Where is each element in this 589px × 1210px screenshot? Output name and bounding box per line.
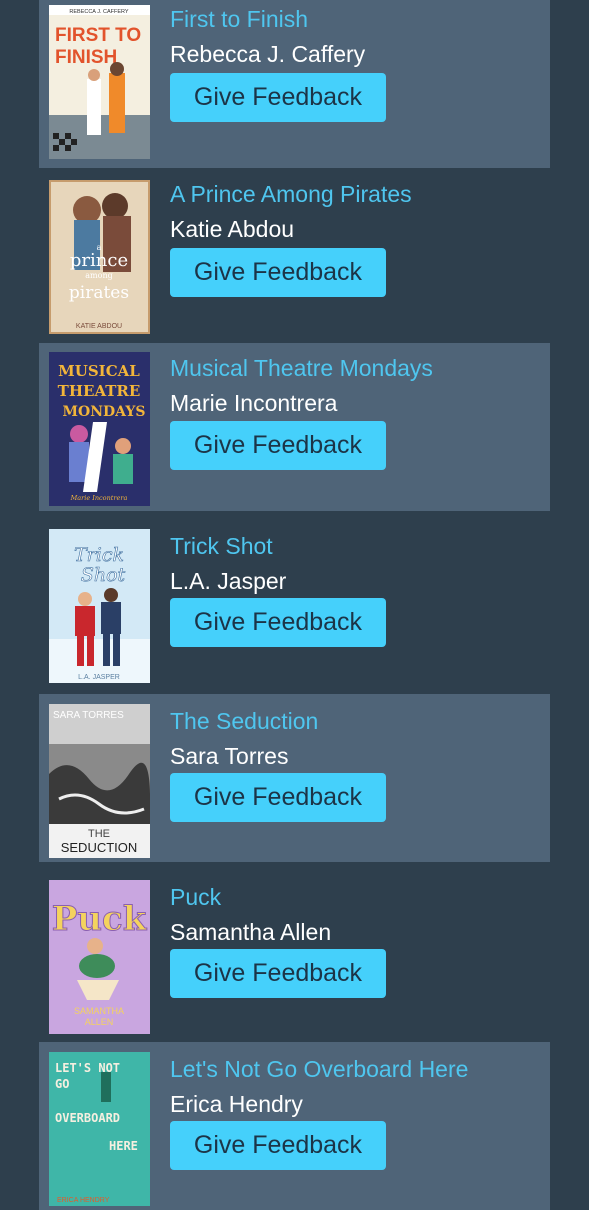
cover-art: Trick Shot L.A. JASPER bbox=[49, 529, 150, 683]
list-item: Trick Shot L.A. JASPER Trick Shot L.A. J… bbox=[39, 519, 550, 687]
cover-art: Puck SAMANTHA ALLEN bbox=[49, 880, 150, 1034]
cover-art: REBECCA J. CAFFERY FIRST TO FINISH bbox=[49, 5, 150, 159]
book-title-link[interactable]: A Prince Among Pirates bbox=[170, 181, 412, 208]
cover-text: FIRST TO bbox=[55, 25, 141, 46]
cover-text: HERE bbox=[109, 1139, 138, 1153]
cover-text: pirates bbox=[69, 283, 129, 303]
cover-art: a prince among pirates KATIE ABDOU bbox=[49, 180, 150, 334]
give-feedback-button[interactable]: Give Feedback bbox=[170, 598, 386, 647]
cover-text: Trick bbox=[74, 544, 124, 566]
cover-text: OVERBOARD bbox=[55, 1111, 120, 1125]
cover-text: Shot bbox=[81, 564, 126, 586]
book-cover-a-prince-among-pirates[interactable]: a prince among pirates KATIE ABDOU bbox=[49, 180, 150, 334]
book-author: L.A. Jasper bbox=[170, 568, 287, 594]
cover-art: SARA TORRES THE SEDUCTION bbox=[49, 704, 150, 858]
book-author: Katie Abdou bbox=[170, 216, 295, 242]
cover-text: THEATRE bbox=[58, 382, 141, 400]
book-title-link[interactable]: First to Finish bbox=[170, 6, 308, 33]
cover-art: LET'S NOT GO OVERBOARD HERE ERICA HENDRY bbox=[49, 1052, 150, 1206]
book-list: REBECCA J. CAFFERY FIRST TO FINISH First… bbox=[0, 0, 589, 1210]
book-cover-trick-shot[interactable]: Trick Shot L.A. JASPER bbox=[49, 529, 150, 683]
book-title-link[interactable]: Puck bbox=[170, 884, 221, 911]
cover-text: among bbox=[85, 271, 112, 280]
book-author: Samantha Allen bbox=[170, 919, 332, 945]
book-author: Erica Hendry bbox=[170, 1091, 303, 1117]
cover-text: KATIE ABDOU bbox=[76, 323, 122, 330]
cover-text: MONDAYS bbox=[63, 404, 146, 420]
book-title-link[interactable]: Musical Theatre Mondays bbox=[170, 355, 433, 382]
give-feedback-button[interactable]: Give Feedback bbox=[170, 248, 386, 297]
book-cover-puck[interactable]: Puck SAMANTHA ALLEN bbox=[49, 880, 150, 1034]
give-feedback-button[interactable]: Give Feedback bbox=[170, 773, 386, 822]
list-item: LET'S NOT GO OVERBOARD HERE ERICA HENDRY… bbox=[39, 1042, 550, 1210]
cover-text: Puck bbox=[52, 899, 148, 939]
list-item: Puck SAMANTHA ALLEN Puck Samantha Allen … bbox=[39, 870, 550, 1038]
list-item: MUSICAL THEATRE MONDAYS Marie Incontrera… bbox=[39, 343, 550, 511]
cover-text: Marie Incontrera bbox=[70, 494, 128, 502]
book-title-link[interactable]: Let's Not Go Overboard Here bbox=[170, 1056, 468, 1083]
book-cover-musical-theatre-mondays[interactable]: MUSICAL THEATRE MONDAYS Marie Incontrera bbox=[49, 352, 150, 506]
cover-text: REBECCA J. CAFFERY bbox=[69, 9, 129, 15]
cover-text: ERICA HENDRY bbox=[57, 1197, 110, 1204]
book-cover-first-to-finish[interactable]: REBECCA J. CAFFERY FIRST TO FINISH bbox=[49, 5, 150, 159]
book-author: Rebecca J. Caffery bbox=[170, 41, 366, 67]
cover-text: SEDUCTION bbox=[61, 840, 138, 855]
give-feedback-button[interactable]: Give Feedback bbox=[170, 73, 386, 122]
cover-text: GO bbox=[55, 1077, 69, 1091]
book-cover-the-seduction[interactable]: SARA TORRES THE SEDUCTION bbox=[49, 704, 150, 858]
give-feedback-button[interactable]: Give Feedback bbox=[170, 1121, 386, 1170]
cover-text: L.A. JASPER bbox=[78, 674, 120, 681]
list-item: REBECCA J. CAFFERY FIRST TO FINISH First… bbox=[39, 0, 550, 168]
cover-text: prince bbox=[70, 250, 128, 271]
book-author: Sara Torres bbox=[170, 743, 289, 769]
give-feedback-button[interactable]: Give Feedback bbox=[170, 421, 386, 470]
cover-art: MUSICAL THEATRE MONDAYS Marie Incontrera bbox=[49, 352, 150, 506]
cover-text: SAMANTHA bbox=[74, 1006, 124, 1016]
book-title-link[interactable]: Trick Shot bbox=[170, 533, 273, 560]
cover-text: FINISH bbox=[55, 47, 117, 68]
cover-text: THE bbox=[88, 828, 110, 840]
cover-text: ALLEN bbox=[85, 1017, 114, 1027]
give-feedback-button[interactable]: Give Feedback bbox=[170, 949, 386, 998]
book-author: Marie Incontrera bbox=[170, 390, 338, 416]
cover-text: MUSICAL bbox=[58, 362, 140, 380]
list-item: SARA TORRES THE SEDUCTION The Seduction … bbox=[39, 694, 550, 862]
list-item: a prince among pirates KATIE ABDOU A Pri… bbox=[39, 175, 550, 343]
cover-text: SARA TORRES bbox=[53, 710, 124, 721]
book-title-link[interactable]: The Seduction bbox=[170, 708, 318, 735]
book-cover-lets-not-go-overboard-here[interactable]: LET'S NOT GO OVERBOARD HERE ERICA HENDRY bbox=[49, 1052, 150, 1206]
